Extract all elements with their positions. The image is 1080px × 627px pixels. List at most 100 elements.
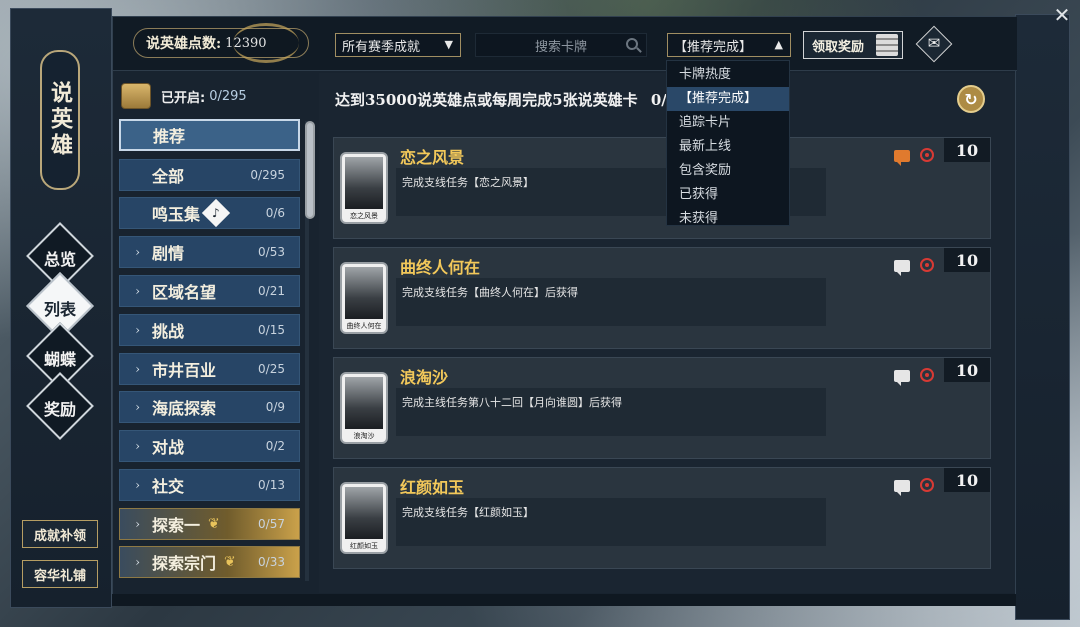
category-name: 市井百业 bbox=[152, 361, 217, 380]
chat-icon[interactable] bbox=[894, 370, 910, 386]
chevron-right-icon: › bbox=[135, 517, 140, 531]
sidebar-category[interactable]: › 社交 0/13 bbox=[119, 469, 300, 501]
track-target-icon[interactable] bbox=[920, 258, 934, 272]
claim-reward-button[interactable]: 领取奖励 bbox=[803, 31, 903, 59]
sort-option[interactable]: 未获得 bbox=[667, 207, 789, 231]
category-count: 0/21 bbox=[258, 284, 285, 298]
season-select[interactable]: 所有赛季成就 ▼ bbox=[335, 33, 461, 57]
opened-label: 已开启: bbox=[161, 90, 206, 106]
card-title: 浪淘沙 bbox=[400, 368, 449, 387]
card-thumbnail[interactable]: 红颜如玉 bbox=[340, 482, 388, 554]
category-name: 鸣玉集 bbox=[152, 205, 201, 224]
makeup-achievement-button[interactable]: 成就补领 bbox=[22, 520, 98, 548]
sidebar-category[interactable]: › 探索宗门 ❦ 0/33 bbox=[119, 546, 300, 578]
leaf-icon: ❦ bbox=[208, 516, 220, 532]
sidebar-category[interactable]: › 区域名望 0/21 bbox=[119, 275, 300, 307]
category-name: 探索宗门 bbox=[152, 554, 217, 573]
hero-points-label: 说英雄点数: bbox=[146, 36, 222, 52]
card-thumbnail-caption: 曲终人何在 bbox=[346, 322, 382, 330]
sidebar-category[interactable]: › 海底探索 0/9 bbox=[119, 391, 300, 423]
card-score: 10 bbox=[944, 138, 990, 162]
title-plaque: 说英雄 bbox=[40, 50, 80, 190]
chat-icon[interactable] bbox=[894, 150, 910, 166]
track-target-icon[interactable] bbox=[920, 148, 934, 162]
card-thumbnail-image bbox=[345, 157, 383, 209]
category-count: 0/9 bbox=[265, 400, 285, 414]
sidebar-category[interactable]: 全部 0/295 bbox=[119, 159, 300, 191]
sort-option[interactable]: 【推荐完成】 bbox=[667, 87, 789, 111]
achievement-card[interactable]: 浪淘沙 浪淘沙 完成主线任务第八十二回【月向谁圆】后获得 10 bbox=[333, 357, 991, 459]
sidebar-category[interactable]: › 挑战 0/15 bbox=[119, 314, 300, 346]
claim-reward-label: 领取奖励 bbox=[812, 39, 865, 55]
chevron-right-icon: › bbox=[135, 284, 140, 298]
card-title: 恋之风景 bbox=[400, 148, 465, 167]
chat-icon[interactable] bbox=[894, 480, 910, 496]
sort-option[interactable]: 追踪卡片 bbox=[667, 111, 789, 135]
category-scroll-thumb[interactable] bbox=[305, 121, 315, 219]
category-name: 挑战 bbox=[152, 322, 185, 341]
sidebar-category[interactable]: › 剧情 0/53 bbox=[119, 236, 300, 268]
category-scrollbar[interactable] bbox=[305, 121, 315, 581]
sort-select[interactable]: 【推荐完成】 ▲ bbox=[667, 33, 791, 57]
chevron-right-icon: › bbox=[135, 439, 140, 453]
chevron-right-icon: › bbox=[135, 362, 140, 376]
chevron-right-icon: › bbox=[135, 323, 140, 337]
achievement-card[interactable]: 恋之风景 恋之风景 完成支线任务【恋之风景】 10 bbox=[333, 137, 991, 239]
sort-option[interactable]: 最新上线 bbox=[667, 135, 789, 159]
sort-option[interactable]: 已获得 bbox=[667, 183, 789, 207]
category-count: 0/6 bbox=[265, 206, 285, 220]
category-count: 0/295 bbox=[250, 168, 285, 182]
points-emblem-icon bbox=[233, 23, 299, 63]
card-thumbnail[interactable]: 恋之风景 bbox=[340, 152, 388, 224]
weekly-goal-text: 达到35000说英雄点或每周完成5张说英雄卡 0/ bbox=[335, 89, 667, 110]
sort-dropdown-menu: 卡牌热度 【推荐完成】 追踪卡片 最新上线 包含奖励 已获得 未获得 bbox=[666, 60, 790, 226]
close-icon[interactable]: ✕ bbox=[1050, 4, 1074, 28]
card-thumbnail[interactable]: 曲终人何在 bbox=[340, 262, 388, 334]
category-count: 0/33 bbox=[258, 555, 285, 569]
track-target-icon[interactable] bbox=[920, 478, 934, 492]
card-thumbnail-caption: 浪淘沙 bbox=[353, 432, 375, 440]
category-name: 对战 bbox=[152, 438, 185, 457]
card-thumbnail[interactable]: 浪淘沙 bbox=[340, 372, 388, 444]
category-name: 区域名望 bbox=[152, 283, 217, 302]
card-search-input[interactable]: 搜索卡牌 bbox=[475, 33, 647, 57]
sidebar-category[interactable]: › 探索一 ❦ 0/57 bbox=[119, 508, 300, 540]
achievement-card[interactable]: 红颜如玉 红颜如玉 完成支线任务【红颜如玉】 10 bbox=[333, 467, 991, 569]
main-panel: 说英雄点数: 12390 所有赛季成就 ▼ 搜索卡牌 【推荐完成】 ▲ 领取奖励… bbox=[112, 16, 1017, 604]
sidebar-category[interactable]: › 对战 0/2 bbox=[119, 430, 300, 462]
music-icon: ♪ bbox=[201, 198, 231, 228]
sidebar-category[interactable]: 鸣玉集 ♪ 0/6 bbox=[119, 197, 300, 229]
achievement-card[interactable]: 曲终人何在 曲终人何在 完成支线任务【曲终人何在】后获得 10 bbox=[333, 247, 991, 349]
refresh-button[interactable]: ↻ bbox=[957, 85, 985, 113]
category-count: 0/13 bbox=[258, 478, 285, 492]
sort-option[interactable]: 包含奖励 bbox=[667, 159, 789, 183]
card-thumbnail-caption: 恋之风景 bbox=[350, 212, 378, 220]
category-count: 0/2 bbox=[265, 439, 285, 453]
mail-icon: ✉ bbox=[927, 34, 941, 52]
treasure-chest-icon bbox=[121, 83, 151, 109]
chevron-down-icon: ▼ bbox=[444, 38, 453, 51]
weekly-goal-label: 达到35000说英雄点或每周完成5张说英雄卡 bbox=[335, 91, 638, 109]
nav-list-label[interactable]: 列表 bbox=[25, 296, 95, 320]
bottom-bar bbox=[112, 594, 1016, 606]
card-thumbnail-image bbox=[345, 487, 383, 539]
chat-icon[interactable] bbox=[894, 260, 910, 276]
sidebar-category[interactable]: 推荐 bbox=[119, 119, 300, 151]
card-score: 10 bbox=[944, 358, 990, 382]
card-description: 完成支线任务【曲终人何在】后获得 bbox=[396, 278, 826, 326]
category-name: 海底探索 bbox=[152, 399, 217, 418]
chevron-right-icon: › bbox=[135, 245, 140, 259]
nav-butterfly-label[interactable]: 蝴蝶 bbox=[25, 346, 95, 370]
shop-button[interactable]: 容华礼铺 bbox=[22, 560, 98, 588]
search-icon bbox=[626, 38, 638, 50]
card-title: 曲终人何在 bbox=[400, 258, 481, 277]
card-score: 10 bbox=[944, 248, 990, 272]
card-description: 完成主线任务第八十二回【月向谁圆】后获得 bbox=[396, 388, 826, 436]
nav-overview-label[interactable]: 总览 bbox=[25, 246, 95, 270]
track-target-icon[interactable] bbox=[920, 368, 934, 382]
nav-reward-label[interactable]: 奖励 bbox=[25, 396, 95, 420]
opened-counter: 已开启: 0/295 bbox=[121, 79, 311, 113]
page-title: 说英雄 bbox=[47, 81, 73, 159]
sort-option[interactable]: 卡牌热度 bbox=[667, 63, 789, 87]
sidebar-category[interactable]: › 市井百业 0/25 bbox=[119, 353, 300, 385]
